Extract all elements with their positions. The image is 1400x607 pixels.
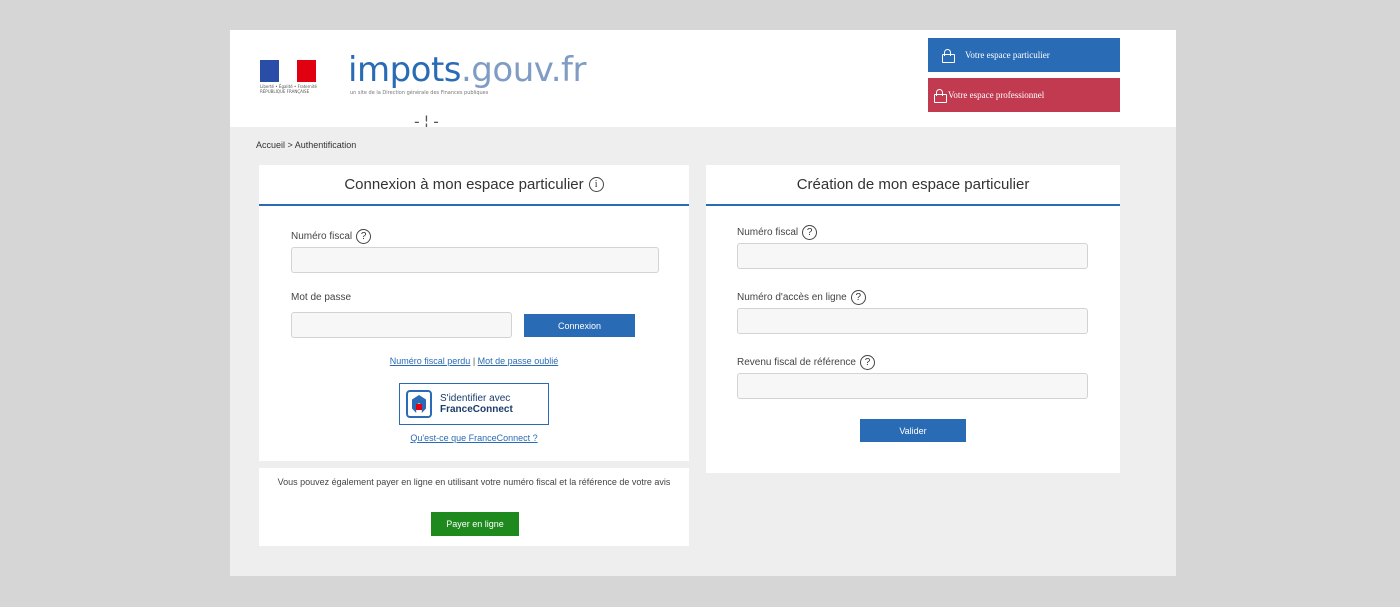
header: Liberté • Égalité • Fraternité RÉPUBLIQU… xyxy=(230,30,1176,131)
password-label: Mot de passe xyxy=(291,292,351,303)
create-title-text: Création de mon espace particulier xyxy=(796,176,1030,193)
login-card-title: Connexion à mon espace particulier i xyxy=(259,165,689,206)
page: Liberté • Égalité • Fraternité RÉPUBLIQU… xyxy=(230,30,1176,576)
link-separator: | xyxy=(470,356,478,366)
revenue-label-text: Revenu fiscal de référence xyxy=(737,357,856,368)
breadcrumb: Accueil > Authentification xyxy=(256,140,357,150)
franceconnect-text: S'identifier avec FranceConnect xyxy=(440,393,513,415)
fc-line2: FranceConnect xyxy=(440,404,513,415)
espace-professionnel-label: Votre espace professionnel xyxy=(948,90,1045,100)
create-card: Création de mon espace particulier Numér… xyxy=(706,165,1120,473)
numero-fiscal-input[interactable] xyxy=(291,247,659,273)
espace-particulier-label: Votre espace particulier xyxy=(965,50,1050,60)
create-numero-fiscal-label-text: Numéro fiscal xyxy=(737,227,799,238)
help-icon[interactable]: ? xyxy=(356,229,372,244)
payment-text: Vous pouvez également payer en ligne en … xyxy=(277,477,671,487)
franceconnect-button[interactable]: S'identifier avec FranceConnect xyxy=(399,383,549,425)
payment-card: Vous pouvez également payer en ligne en … xyxy=(259,468,689,546)
access-number-input[interactable] xyxy=(737,308,1088,334)
login-card: Connexion à mon espace particulier i Num… xyxy=(259,165,689,461)
lock-icon xyxy=(942,49,955,63)
recovery-links: Numéro fiscal perdu | Mot de passe oubli… xyxy=(259,356,689,366)
numero-fiscal-label-text: Numéro fiscal xyxy=(291,231,353,242)
access-number-label-text: Numéro d'accès en ligne xyxy=(737,292,847,303)
forgot-password-link[interactable]: Mot de passe oublié xyxy=(478,356,559,366)
fc-line1: S'identifier avec xyxy=(440,393,511,404)
marianne-logo: Liberté • Égalité • Fraternité RÉPUBLIQU… xyxy=(260,60,320,100)
revenue-input[interactable] xyxy=(737,373,1088,399)
login-title-text: Connexion à mon espace particulier xyxy=(344,176,584,193)
password-label-text: Mot de passe xyxy=(291,292,352,303)
valider-button[interactable]: Valider xyxy=(860,419,966,442)
logo-domain: .gouv.fr xyxy=(461,50,586,90)
espace-particulier-button[interactable]: Votre espace particulier xyxy=(928,38,1120,72)
franceconnect-logo-icon xyxy=(406,390,432,418)
numero-fiscal-label: Numéro fiscal ? xyxy=(291,229,372,244)
access-number-label: Numéro d'accès en ligne ? xyxy=(737,290,866,305)
payer-en-ligne-button[interactable]: Payer en ligne xyxy=(431,512,519,536)
lock-icon xyxy=(934,89,947,103)
password-input[interactable] xyxy=(291,312,512,338)
help-icon[interactable]: ? xyxy=(850,290,866,305)
what-is-franceconnect-link[interactable]: Qu'est-ce que FranceConnect ? xyxy=(259,433,689,443)
espace-professionnel-button[interactable]: Votre espace professionnel xyxy=(928,78,1120,112)
rf-label: Liberté • Égalité • Fraternité RÉPUBLIQU… xyxy=(260,84,317,94)
help-icon[interactable]: ? xyxy=(802,225,818,240)
help-icon[interactable]: ? xyxy=(859,355,875,370)
create-card-title: Création de mon espace particulier xyxy=(706,165,1120,206)
create-numero-fiscal-input[interactable] xyxy=(737,243,1088,269)
lost-fiscal-number-link[interactable]: Numéro fiscal perdu xyxy=(390,356,471,366)
logo-main: impots xyxy=(348,50,462,90)
flag-icon xyxy=(260,60,317,82)
revenue-label: Revenu fiscal de référence ? xyxy=(737,355,875,370)
site-logo[interactable]: impots.gouv.fr xyxy=(348,50,586,90)
info-icon[interactable]: i xyxy=(588,177,604,192)
main-content: Accueil > Authentification Connexion à m… xyxy=(230,127,1176,576)
create-numero-fiscal-label: Numéro fiscal ? xyxy=(737,225,818,240)
connexion-button[interactable]: Connexion xyxy=(524,314,635,337)
logo-subtitle: un site de la Direction générale des Fin… xyxy=(350,90,489,96)
